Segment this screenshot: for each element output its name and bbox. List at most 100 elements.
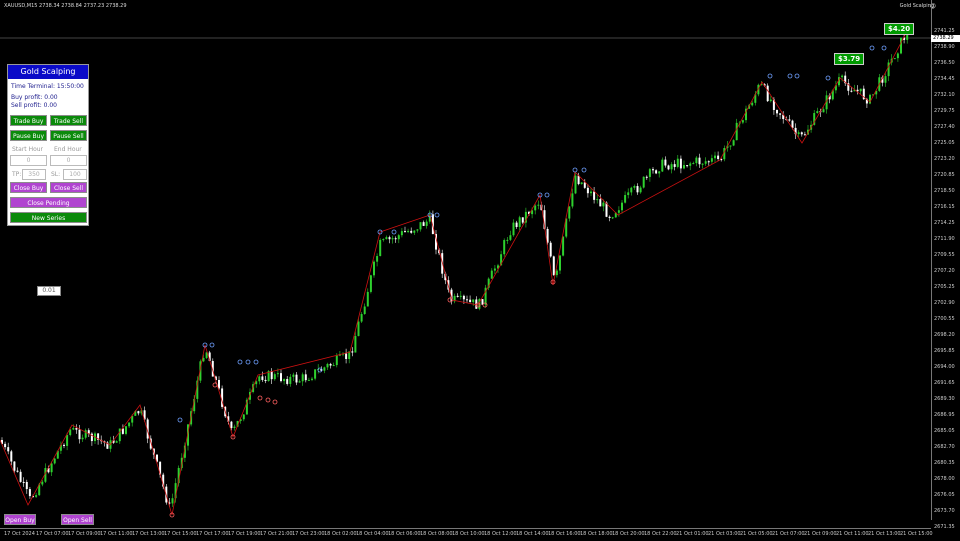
buy-marker xyxy=(869,45,875,51)
current-price-label: 2738.29 xyxy=(931,35,960,42)
trade-buy-button[interactable]: Trade Buy xyxy=(10,115,47,126)
candle-body xyxy=(66,435,69,446)
candle-body xyxy=(707,161,710,163)
buy-marker xyxy=(245,359,251,365)
panel-title: Gold Scalping xyxy=(8,65,88,79)
new-series-button[interactable]: New Series xyxy=(10,212,87,223)
candle-body xyxy=(701,163,704,165)
candle-body xyxy=(515,222,518,227)
candle-body xyxy=(10,451,13,462)
candle-body xyxy=(230,421,233,429)
price-tick-label: 2678.00 xyxy=(934,476,955,482)
tp-input[interactable]: 350 xyxy=(22,169,46,180)
candle-body xyxy=(323,367,326,371)
start-hour-input[interactable]: 0 xyxy=(10,155,47,166)
candle-body xyxy=(128,422,131,427)
candle-body xyxy=(729,145,732,147)
end-hour-input[interactable]: 0 xyxy=(50,155,87,166)
candle-body xyxy=(459,295,462,297)
symbol-info: XAUUSD,M15 2738.34 2738.84 2737.23 2738.… xyxy=(4,3,127,9)
candle-body xyxy=(376,256,379,262)
close-pending-button[interactable]: Close Pending xyxy=(10,197,87,208)
candle-body xyxy=(751,102,754,106)
lot-size-input[interactable]: 0.01 xyxy=(37,286,61,296)
candle-body xyxy=(78,429,81,440)
candle-body xyxy=(280,373,282,382)
candle-body xyxy=(388,237,391,240)
candle-body xyxy=(884,76,887,83)
sell-marker xyxy=(265,397,271,403)
price-tick-label: 2723.20 xyxy=(934,156,955,162)
candle-body xyxy=(698,157,701,165)
candle-body xyxy=(580,182,583,185)
ea-control-panel: Gold Scalping Time Terminal: 15:50:00 Bu… xyxy=(7,64,89,226)
price-chart[interactable] xyxy=(0,0,931,528)
time-terminal-text: Time Terminal: 15:50:00 xyxy=(11,83,84,90)
time-tick-label: 17 Oct 19:00 xyxy=(228,531,261,537)
candle-body xyxy=(590,191,592,194)
candle-body xyxy=(642,176,645,188)
candle-body xyxy=(357,321,360,337)
candle-body xyxy=(53,458,56,464)
candle-body xyxy=(261,376,264,380)
close-buy-button[interactable]: Close Buy xyxy=(10,182,47,193)
candle-body xyxy=(686,165,689,167)
candle-body xyxy=(472,299,475,303)
time-tick-label: 18 Oct 08:00 xyxy=(420,531,453,537)
price-tick-label: 2720.85 xyxy=(934,172,955,178)
price-tick-label: 2711.90 xyxy=(934,236,955,242)
open-buy-button[interactable]: Open Buy xyxy=(4,514,36,525)
trade-sell-button[interactable]: Trade Sell xyxy=(50,115,87,126)
price-tick-label: 2671.35 xyxy=(934,524,955,530)
candle-body xyxy=(493,268,496,271)
candle-body xyxy=(115,441,118,443)
candle-body xyxy=(273,374,276,380)
pause-sell-button[interactable]: Pause Sell xyxy=(50,130,87,141)
candle-body xyxy=(841,75,844,78)
time-tick-label: 21 Oct 03:00 xyxy=(708,531,741,537)
candle-body xyxy=(658,171,661,174)
price-tick-label: 2685.05 xyxy=(934,428,955,434)
buy-profit-text: Buy profit: 0.00 xyxy=(11,94,58,101)
candle-body xyxy=(301,374,304,382)
candle-body xyxy=(354,336,357,353)
price-tick-label: 2682.70 xyxy=(934,444,955,450)
time-tick-label: 18 Oct 06:00 xyxy=(388,531,421,537)
pause-buy-button[interactable]: Pause Buy xyxy=(10,130,47,141)
candle-body xyxy=(599,199,602,207)
candle-body xyxy=(335,355,338,366)
price-tick-label: 2732.10 xyxy=(934,92,955,98)
tp-label: TP: xyxy=(12,171,22,178)
candle-body xyxy=(639,187,642,193)
candle-body xyxy=(22,481,25,483)
time-tick-label: 17 Oct 09:00 xyxy=(68,531,101,537)
candle-body xyxy=(822,109,825,113)
open-sell-button[interactable]: Open Sell xyxy=(61,514,94,525)
candle-body xyxy=(394,238,397,240)
time-tick-label: 17 Oct 13:00 xyxy=(132,531,165,537)
candle-body xyxy=(13,461,16,471)
candle-body xyxy=(400,231,403,236)
price-tick-label: 2676.05 xyxy=(934,492,955,498)
buy-marker xyxy=(767,73,773,79)
sl-input[interactable]: 100 xyxy=(63,169,87,180)
price-tick-label: 2716.15 xyxy=(934,204,955,210)
time-tick-label: 21 Oct 05:00 xyxy=(740,531,773,537)
candle-body xyxy=(652,169,654,171)
candle-body xyxy=(692,163,695,165)
time-tick-label: 18 Oct 10:00 xyxy=(452,531,485,537)
candle-body xyxy=(611,217,614,219)
candle-body xyxy=(28,489,31,497)
time-tick-label: 17 Oct 21:00 xyxy=(260,531,293,537)
price-tick-label: 2707.20 xyxy=(934,268,955,274)
sell-profit-text: Sell profit: 0.00 xyxy=(11,102,57,109)
candle-body xyxy=(171,498,174,504)
close-sell-button[interactable]: Close Sell xyxy=(50,182,87,193)
sell-marker xyxy=(212,382,218,388)
buy-marker xyxy=(177,417,183,423)
time-tick-label: 18 Oct 14:00 xyxy=(516,531,549,537)
candle-body xyxy=(490,270,493,279)
candle-body xyxy=(469,299,472,303)
candle-body xyxy=(366,291,369,307)
candle-body xyxy=(661,159,664,172)
